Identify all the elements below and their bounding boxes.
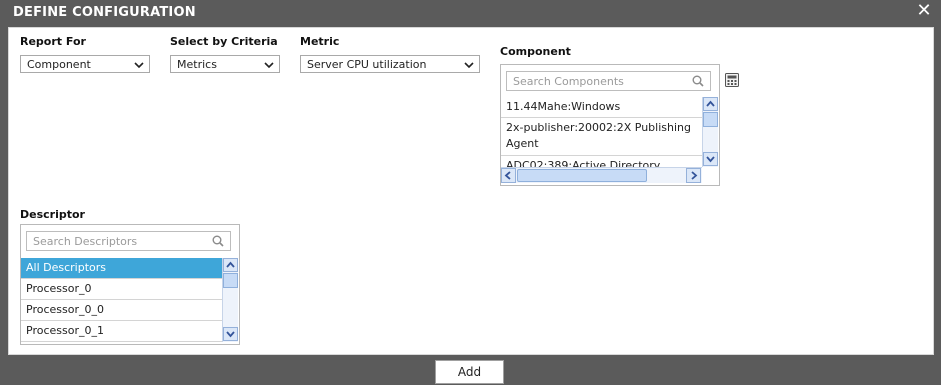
search-icon <box>692 75 704 87</box>
scroll-right-button[interactable] <box>686 168 701 183</box>
scroll-thumb[interactable] <box>517 169 647 182</box>
component-search-input[interactable] <box>507 72 683 90</box>
chevron-down-icon <box>226 331 235 338</box>
scroll-thumb[interactable] <box>703 112 718 127</box>
component-label: Component <box>500 45 571 58</box>
chevron-down-icon <box>464 62 474 69</box>
component-item[interactable]: 2x-publisher:20002:2X Publishing Agent <box>501 118 702 156</box>
component-list: 11.44Mahe:Windows 2x-publisher:20002:2X … <box>501 97 702 167</box>
close-icon[interactable]: ✕ <box>915 2 933 20</box>
descriptor-search-input[interactable] <box>27 232 203 250</box>
scroll-up-button[interactable] <box>223 258 238 272</box>
chevron-up-icon <box>706 100 715 107</box>
scroll-down-button[interactable] <box>223 327 238 341</box>
report-for-select[interactable]: Component <box>20 55 150 73</box>
chevron-down-icon <box>264 62 274 69</box>
metric-label: Metric <box>300 35 340 48</box>
criteria-value: Metrics <box>177 58 217 71</box>
search-icon <box>212 235 224 247</box>
chevron-left-icon <box>504 171 511 180</box>
calculator-icon[interactable] <box>725 73 739 87</box>
scroll-left-button[interactable] <box>501 168 516 183</box>
chevron-down-icon <box>706 156 715 163</box>
descriptor-item[interactable]: Processor_0_1 <box>21 321 222 342</box>
report-for-label: Report For <box>20 35 86 48</box>
descriptor-item[interactable]: All Descriptors <box>21 258 222 279</box>
metric-select[interactable]: Server CPU utilization <box>300 55 480 73</box>
descriptor-vscrollbar[interactable] <box>222 258 238 342</box>
descriptor-item[interactable]: Processor_0_0 <box>21 300 222 321</box>
descriptor-search[interactable] <box>26 231 231 251</box>
descriptor-item[interactable]: Processor_0 <box>21 279 222 300</box>
component-item[interactable]: ADC02:389:Active Directory <box>501 156 702 167</box>
dialog-title: DEFINE CONFIGURATION <box>13 5 196 20</box>
criteria-label: Select by Criteria <box>170 35 278 48</box>
component-hscrollbar[interactable] <box>501 167 702 183</box>
dialog-titlebar: DEFINE CONFIGURATION ✕ <box>0 0 941 27</box>
metric-value: Server CPU utilization <box>307 58 427 71</box>
scroll-up-button[interactable] <box>703 97 718 111</box>
report-for-value: Component <box>27 58 91 71</box>
component-listbox: 11.44Mahe:Windows 2x-publisher:20002:2X … <box>500 64 720 186</box>
criteria-select[interactable]: Metrics <box>170 55 280 73</box>
component-search[interactable] <box>506 71 711 91</box>
component-item[interactable]: 11.44Mahe:Windows <box>501 97 702 118</box>
descriptor-label: Descriptor <box>20 208 85 221</box>
config-panel: Report For Component Select by Criteria … <box>8 27 934 355</box>
scroll-down-button[interactable] <box>703 152 718 166</box>
chevron-up-icon <box>226 261 235 268</box>
descriptor-list: All Descriptors Processor_0 Processor_0_… <box>21 258 222 342</box>
component-vscrollbar[interactable] <box>702 97 718 167</box>
chevron-right-icon <box>691 171 698 180</box>
chevron-down-icon <box>134 62 144 69</box>
add-button[interactable]: Add <box>435 360 504 384</box>
scroll-thumb[interactable] <box>223 273 238 288</box>
descriptor-listbox: All Descriptors Processor_0 Processor_0_… <box>20 224 240 345</box>
